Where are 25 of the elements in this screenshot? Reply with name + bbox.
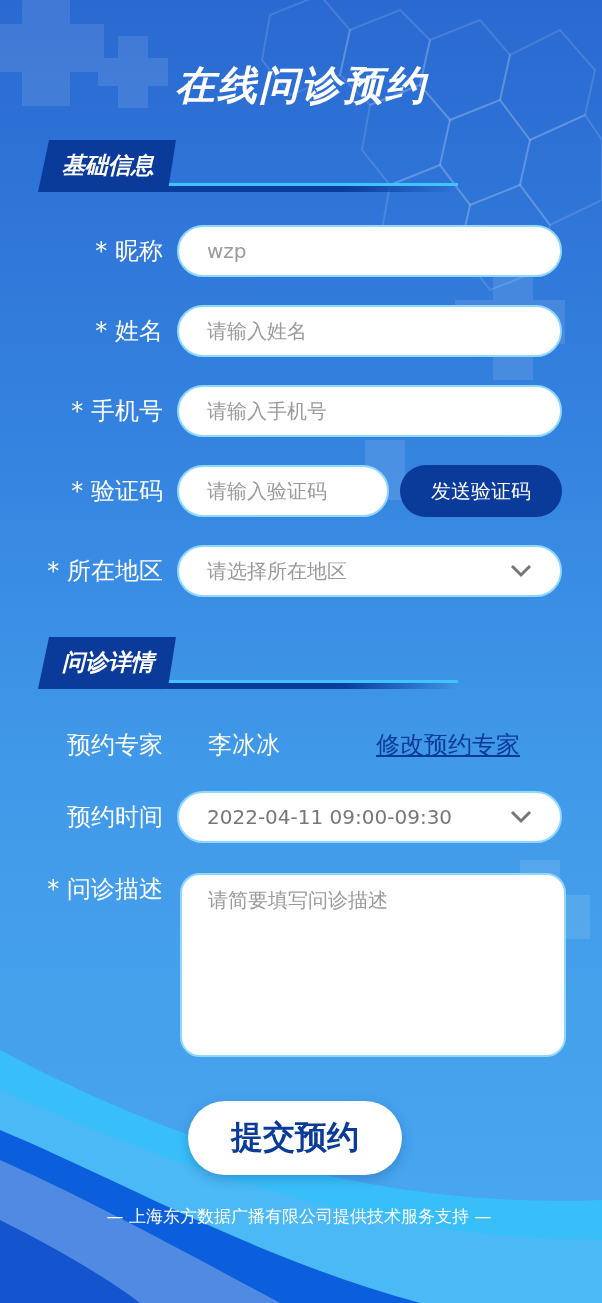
section-heading: 问诊详情 [38, 637, 176, 689]
input-field[interactable]: 请输入验证码 [177, 465, 389, 517]
field-label: * 手机号 [70, 396, 164, 427]
change-expert-link[interactable]: 修改预约专家 [376, 729, 520, 761]
description-field[interactable]: 请简要填写问诊描述 [180, 873, 566, 1057]
input-field[interactable]: 请输入姓名 [177, 305, 562, 357]
section-heading: 基础信息 [38, 140, 176, 192]
field-label: * 昵称 [94, 236, 164, 267]
field-label: 预约时间 [66, 802, 164, 833]
field-label: * 姓名 [94, 316, 164, 347]
field-label: 预约专家 [66, 730, 164, 761]
send-code-button[interactable]: 发送验证码 [400, 465, 562, 517]
expert-name: 李冰冰 [208, 730, 281, 761]
chevron-down-icon [510, 810, 532, 824]
footer-text: — 上海东方数据广播有限公司提供技术服务支持 — [105, 1205, 493, 1228]
select-field[interactable]: 2022-04-11 09:00-09:30 [177, 791, 562, 843]
input-field[interactable]: 请输入手机号 [177, 385, 562, 437]
input-field[interactable]: wzp [177, 225, 562, 277]
submit-button[interactable]: 提交预约 [188, 1101, 402, 1175]
field-label: * 问诊描述 [46, 874, 164, 905]
field-label: * 所在地区 [46, 556, 164, 587]
field-label: * 验证码 [70, 476, 164, 507]
page-title: 在线问诊预约 [174, 61, 430, 110]
select-field[interactable]: 请选择所在地区 [177, 545, 562, 597]
chevron-down-icon [510, 564, 532, 578]
